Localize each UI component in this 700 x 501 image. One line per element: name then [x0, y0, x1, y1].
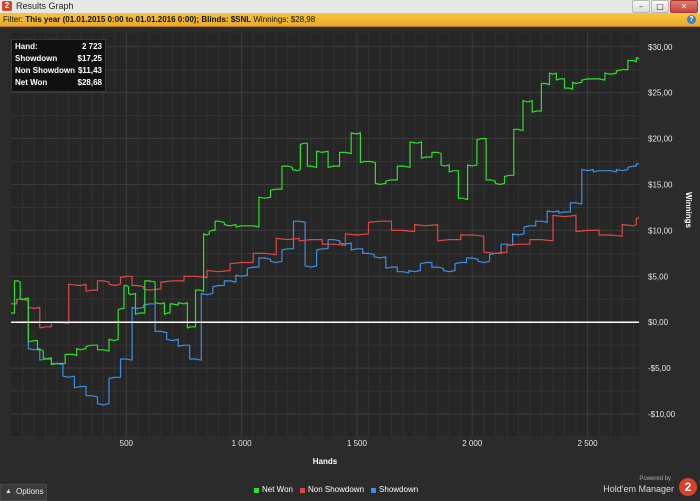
brand-name: Hold'em Manager — [603, 484, 674, 494]
chart-legend: Net Won Non Showdown Showdown — [254, 484, 425, 496]
legend-label: Non Showdown — [307, 485, 365, 494]
filter-text: Filter: This year (01.01.2015 0:00 to 01… — [3, 13, 315, 26]
stat-value: $11,43 — [77, 66, 102, 75]
filter-period: This year (01.01.2015 0:00 to 01.01.2016… — [25, 15, 200, 24]
results-graph-chart: $30,00 $25,00 $20,00 $15,00 $10,00 $5,00 $0,00… — [11, 33, 693, 466]
branding: Powered by Hold'em Manager 2 — [587, 474, 697, 498]
legend-swatch — [299, 487, 305, 493]
y-tick-label: $30,00 — [648, 43, 673, 52]
brand-logo-icon: 2 — [679, 478, 697, 496]
stat-label: Net Won — [15, 78, 48, 87]
x-axis-label: Hands — [313, 457, 338, 466]
stat-row-net-won: Net Won $28,68 — [12, 77, 105, 88]
y-tick-label: -$5,00 — [648, 364, 671, 373]
stat-value: $28,68 — [77, 78, 102, 87]
stat-value: $17,25 — [77, 54, 102, 63]
options-button[interactable]: ▲ Options — [0, 484, 47, 501]
legend-item-net-won[interactable]: Net Won — [254, 484, 293, 496]
stat-row-showdown: Showdown $17,25 — [12, 53, 105, 64]
help-icon[interactable]: ? — [687, 15, 696, 24]
y-tick-label: $10,00 — [648, 226, 673, 235]
x-tick-label: 500 — [120, 439, 134, 448]
stat-label: Showdown — [15, 54, 58, 63]
window-controls: – □ ✕ — [631, 0, 698, 13]
y-tick-label: -$10,00 — [648, 410, 676, 419]
stats-panel: Hand: 2 723 Showdown $17,25 Non Showdown… — [11, 39, 106, 92]
x-tick-label: 1 500 — [347, 439, 368, 448]
x-tick-label: 2 000 — [462, 439, 483, 448]
maximize-icon[interactable]: □ — [651, 0, 669, 13]
minimize-icon[interactable]: – — [632, 0, 650, 13]
x-tick-label: 2 500 — [578, 439, 599, 448]
y-tick-label: $20,00 — [648, 135, 673, 144]
title-bar: 2 Results Graph – □ ✕ — [0, 0, 700, 14]
plot-area — [11, 33, 639, 437]
y-tick-label: $15,00 — [648, 181, 673, 190]
close-icon[interactable]: ✕ — [670, 0, 698, 13]
legend-label: Net Won — [262, 485, 293, 494]
stat-value: 2 723 — [81, 42, 102, 51]
legend-item-non-showdown[interactable]: Non Showdown — [299, 484, 365, 496]
x-tick-label: 1 000 — [232, 439, 253, 448]
stat-label: Hand: — [15, 42, 38, 51]
legend-item-showdown[interactable]: Showdown — [371, 484, 418, 496]
y-axis-label: Winnings — [684, 192, 693, 228]
stat-label: Non Showdown — [15, 66, 75, 75]
window-title: Results Graph — [16, 1, 74, 11]
stat-row-hands: Hand: 2 723 — [12, 41, 105, 52]
app-logo-icon: 2 — [2, 1, 12, 11]
y-tick-label: $5,00 — [648, 272, 669, 281]
chevron-up-icon: ▲ — [5, 488, 12, 495]
stat-row-non-showdown: Non Showdown $11,43 — [12, 65, 105, 76]
legend-swatch — [371, 487, 377, 493]
legend-swatch — [254, 487, 259, 493]
filter-bar[interactable]: Filter: This year (01.01.2015 0:00 to 01… — [0, 13, 700, 27]
filter-blinds: Blinds: $SNL — [201, 15, 252, 24]
options-label: Options — [16, 487, 44, 496]
legend-label: Showdown — [379, 485, 419, 494]
filter-prefix: Filter: — [3, 15, 23, 24]
powered-by-text: Powered by — [639, 476, 671, 482]
y-tick-label: $25,00 — [648, 89, 673, 98]
filter-winnings: Winnings: $28,98 — [253, 15, 316, 24]
y-tick-label: $0,00 — [648, 318, 669, 327]
